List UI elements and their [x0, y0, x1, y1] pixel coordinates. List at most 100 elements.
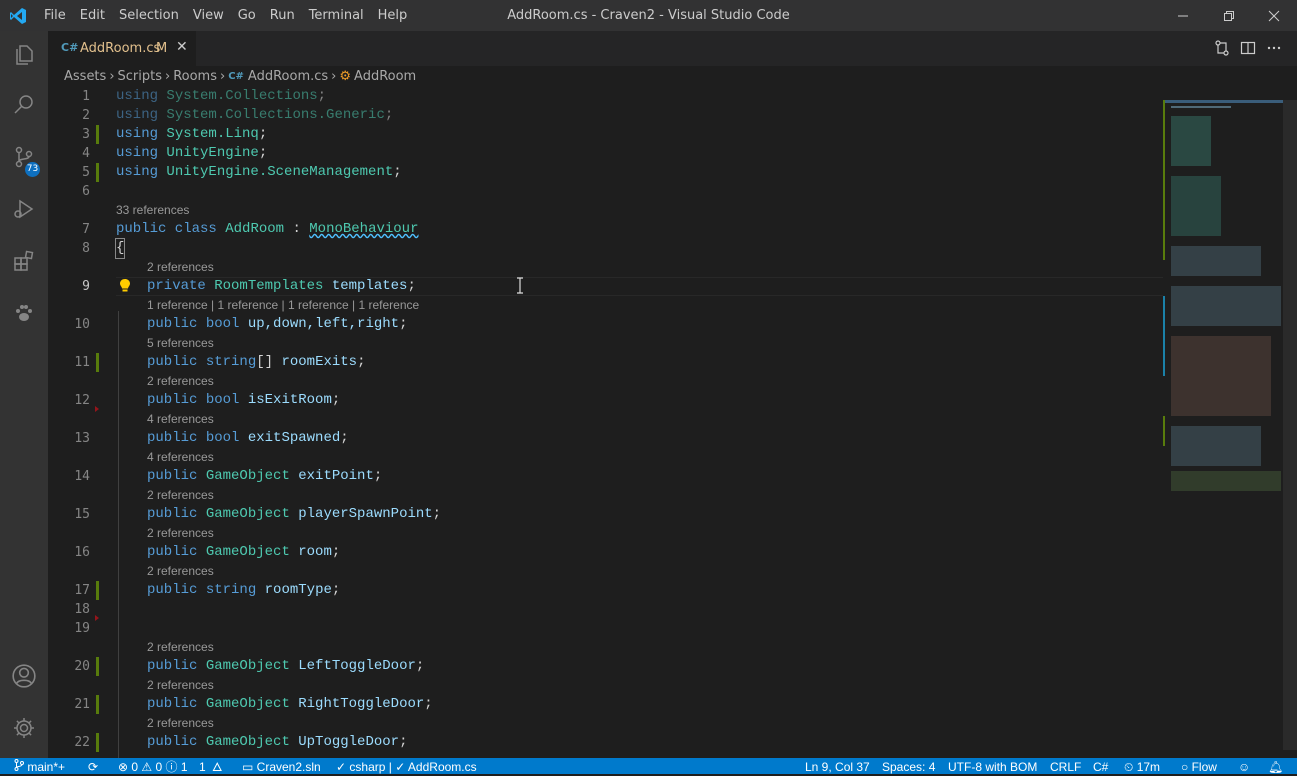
code-editor[interactable]: using System.Collections; using System.C… [114, 86, 1163, 758]
vscode-logo-icon [9, 7, 27, 29]
codelens-references[interactable]: 2 references [147, 258, 214, 277]
menu-edit[interactable]: Edit [73, 0, 112, 31]
modified-indicator: M [156, 41, 168, 56]
menu-terminal[interactable]: Terminal [302, 0, 371, 31]
codelens-references[interactable]: 2 references [147, 562, 214, 581]
added-line-marker[interactable] [96, 657, 99, 676]
codelens-references[interactable]: 2 references [147, 676, 214, 695]
accounts-icon[interactable] [0, 652, 48, 700]
close-window-button[interactable] [1251, 0, 1297, 31]
codelens-references[interactable]: 2 references [147, 638, 214, 657]
split-editor-icon[interactable] [1240, 40, 1256, 56]
menu-go[interactable]: Go [231, 0, 263, 31]
menu-file[interactable]: File [37, 0, 73, 31]
restore-button[interactable] [1206, 0, 1252, 31]
codelens-references[interactable]: 1 reference | 1 reference | 1 reference … [147, 296, 419, 315]
branch-indicator[interactable]: main*+ [14, 758, 65, 776]
omnisharp-indicator[interactable]: ✓ csharp | ✓ AddRoom.cs [336, 758, 477, 776]
open-changes-icon[interactable] [1214, 40, 1230, 56]
breadcrumb-rooms[interactable]: Rooms [173, 69, 217, 84]
menu-help[interactable]: Help [371, 0, 415, 31]
line-number: 22 [74, 735, 90, 750]
more-actions-icon[interactable] [1266, 40, 1282, 56]
minimap-content [1163, 100, 1283, 491]
deleted-line-marker[interactable] [95, 615, 99, 621]
breadcrumb-class[interactable]: AddRoom [354, 69, 416, 84]
codelens-references[interactable]: 4 references [147, 448, 214, 467]
explorer-icon[interactable] [0, 31, 48, 79]
language-mode[interactable]: C# [1093, 758, 1108, 776]
line-number: 7 [82, 222, 90, 237]
menu-selection[interactable]: Selection [112, 0, 186, 31]
line-number: 15 [74, 507, 90, 522]
time-tracker[interactable]: ⏲ 17m [1124, 758, 1160, 776]
run-debug-icon[interactable] [0, 185, 48, 233]
title-bar: File Edit Selection View Go Run Terminal… [0, 0, 1297, 31]
line-number: 18 [74, 602, 90, 617]
text-cursor-icon [516, 277, 524, 294]
breadcrumb-assets[interactable]: Assets [64, 69, 106, 84]
sync-icon[interactable]: ⟳ [88, 758, 98, 776]
codelens-references[interactable]: 2 references [147, 486, 214, 505]
code-line-10: public bool up,down,left,right; [147, 316, 408, 332]
flame-icon[interactable]: 🜂 [212, 758, 223, 776]
breadcrumb-scripts[interactable]: Scripts [118, 69, 162, 84]
added-line-marker[interactable] [96, 695, 99, 714]
feedback-icon[interactable]: ☺ [1238, 758, 1250, 776]
cursor-position[interactable]: Ln 9, Col 37 [805, 758, 870, 776]
chevron-right-icon: › [109, 68, 115, 84]
line-number: 4 [82, 146, 90, 161]
lightbulb-icon[interactable] [119, 278, 131, 298]
menu-view[interactable]: View [186, 0, 231, 31]
added-line-marker[interactable] [96, 163, 99, 182]
breadcrumb-file[interactable]: AddRoom.cs [248, 69, 328, 84]
codelens-references[interactable]: 2 references [147, 524, 214, 543]
codelens-references[interactable]: 33 references [116, 201, 189, 220]
file-encoding[interactable]: UTF-8 with BOM [948, 758, 1037, 776]
chevron-right-icon: › [220, 68, 226, 84]
source-control-icon[interactable]: 73 [0, 133, 48, 181]
line-number: 16 [74, 545, 90, 560]
info-indicator[interactable]: 1 [199, 758, 206, 776]
deleted-line-marker[interactable] [95, 406, 99, 412]
tab-addroom[interactable]: C# AddRoom.cs M ✕ [48, 31, 196, 66]
indentation[interactable]: Spaces: 4 [882, 758, 935, 776]
search-icon[interactable] [0, 81, 48, 129]
git-branch-icon [14, 759, 24, 771]
info-count: 1 [180, 760, 188, 774]
added-line-marker[interactable] [96, 581, 99, 600]
menu-bar: File Edit Selection View Go Run Terminal… [37, 0, 414, 31]
paw-extension-icon[interactable] [0, 289, 48, 337]
tab-label: AddRoom.cs [80, 41, 161, 56]
line-number: 10 [74, 317, 90, 332]
code-line-1: using System.Collections; [116, 88, 327, 104]
added-line-marker[interactable] [96, 125, 99, 144]
code-line-5: using UnityEngine.SceneManagement; [116, 164, 402, 180]
extensions-icon[interactable] [0, 237, 48, 285]
code-line-3: using System.Linq; [116, 126, 268, 142]
minimize-button[interactable] [1160, 0, 1206, 31]
codelens-references[interactable]: 4 references [147, 410, 214, 429]
codelens-references[interactable]: 2 references [147, 714, 214, 733]
vertical-scrollbar[interactable] [1283, 100, 1297, 750]
code-line-14: public GameObject exitPoint; [147, 468, 383, 484]
code-line-13: public bool exitSpawned; [147, 430, 349, 446]
line-ending[interactable]: CRLF [1050, 758, 1081, 776]
codelens-references[interactable]: 2 references [147, 372, 214, 391]
code-line-21: public GameObject RightToggleDoor; [147, 696, 433, 712]
line-number: 19 [74, 621, 90, 636]
line-number: 6 [82, 184, 90, 199]
added-line-marker[interactable] [96, 733, 99, 752]
manage-gear-icon[interactable] [0, 704, 48, 752]
notifications-bell-icon[interactable]: 🔔︎ [1268, 758, 1283, 776]
tab-bar: C# AddRoom.cs M ✕ [48, 31, 1297, 66]
added-line-marker[interactable] [96, 353, 99, 372]
close-tab-icon[interactable]: ✕ [176, 39, 188, 55]
problems-indicator[interactable]: ⊗ 0 ⚠ 0 ⓘ 1 [118, 758, 188, 776]
solution-indicator[interactable]: ▭ Craven2.sln [242, 758, 321, 776]
minimap[interactable] [1163, 86, 1297, 758]
menu-run[interactable]: Run [263, 0, 302, 31]
code-line-8: { [114, 238, 126, 259]
flow-indicator[interactable]: ○ Flow [1181, 758, 1217, 776]
codelens-references[interactable]: 5 references [147, 334, 214, 353]
